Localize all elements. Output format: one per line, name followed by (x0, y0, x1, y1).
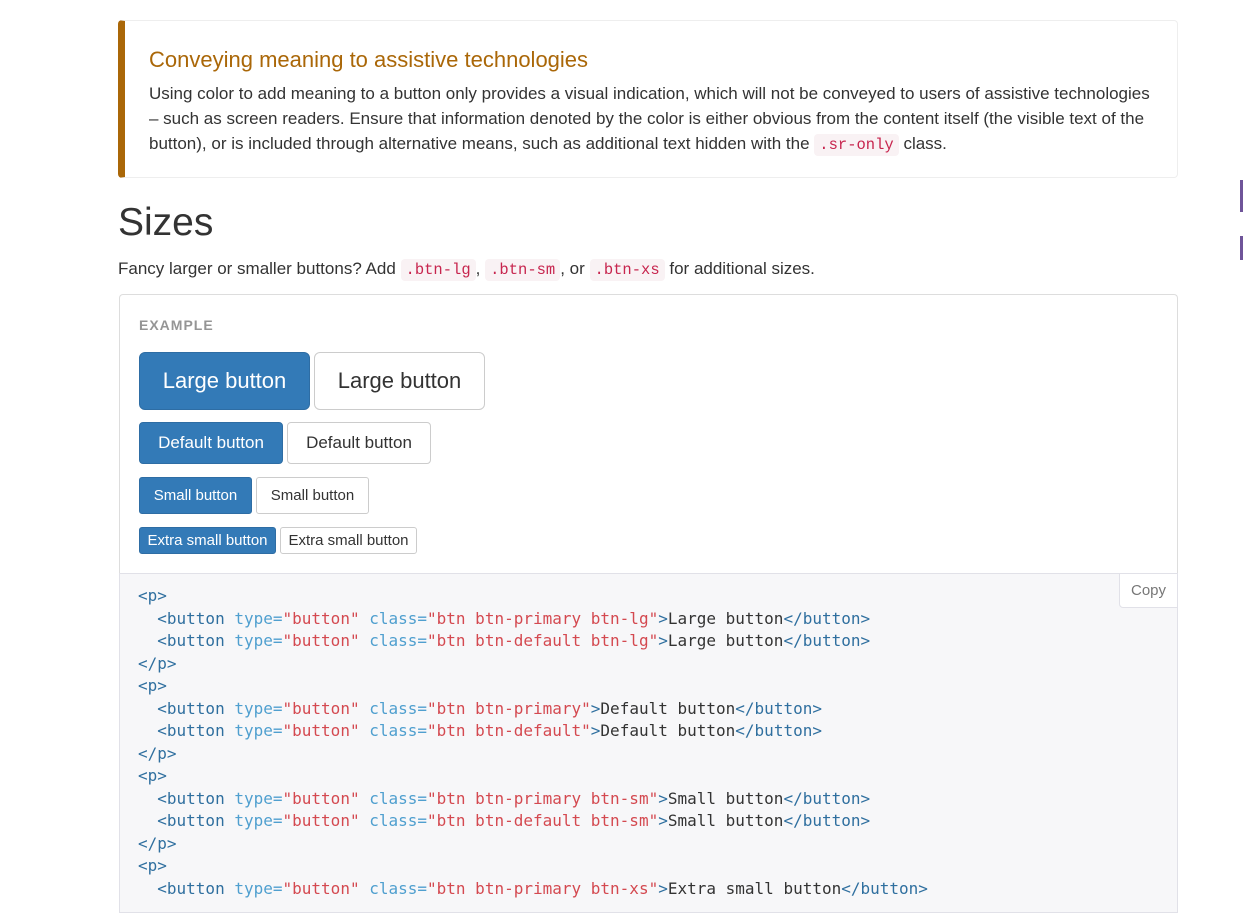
small-primary-button[interactable]: Small button (139, 477, 252, 514)
intro-suffix: for additional sizes. (664, 259, 815, 278)
callout-text-main: Using color to add meaning to a button o… (149, 84, 1150, 153)
extra-small-primary-button[interactable]: Extra small button (139, 527, 276, 554)
sizes-intro: Fancy larger or smaller buttons? Add .bt… (118, 256, 815, 283)
intro-separator-or: , or (560, 259, 590, 278)
callout-text-end: class. (898, 134, 947, 153)
code-line: </p> (138, 743, 177, 763)
code-line: <p> (138, 856, 167, 875)
large-default-button[interactable]: Large button (314, 352, 485, 410)
code-line: <button type="button" class="btn btn-def… (157, 721, 822, 740)
scroll-marker (1240, 180, 1243, 212)
code-line: <p> (138, 766, 167, 785)
small-default-button[interactable]: Small button (256, 477, 369, 514)
code-line: </p> (138, 653, 177, 673)
large-primary-button[interactable]: Large button (139, 352, 310, 410)
extra-small-default-button[interactable]: Extra small button (280, 527, 417, 554)
copy-button[interactable]: Copy (1119, 573, 1178, 608)
btn-lg-code: .btn-lg (400, 259, 476, 281)
code-listing: <p> <button type="button" class="btn btn… (138, 585, 928, 900)
code-line: <button type="button" class="btn btn-def… (157, 811, 871, 830)
sr-only-code: .sr-only (814, 134, 899, 156)
btn-xs-code: .btn-xs (589, 259, 665, 281)
code-line: <button type="button" class="btn btn-pri… (157, 608, 871, 628)
code-line: <button type="button" class="btn btn-pri… (157, 788, 871, 808)
default-primary-button[interactable]: Default button (139, 422, 283, 464)
callout-title: Conveying meaning to assistive technolog… (149, 47, 589, 72)
code-block: Copy <p> <button type="button" class="bt… (119, 573, 1178, 913)
default-default-button[interactable]: Default button (287, 422, 431, 464)
code-line: <button type="button" class="btn btn-pri… (157, 698, 822, 718)
example-panel: EXAMPLE Large button Large button Defaul… (119, 294, 1178, 574)
code-line: <p> (138, 586, 167, 605)
section-title: Sizes (118, 201, 214, 244)
code-line: <p> (138, 676, 167, 695)
code-line: <button type="button" class="btn btn-def… (157, 631, 871, 650)
code-line: <button type="button" class="btn btn-pri… (157, 878, 928, 898)
warning-callout: Conveying meaning to assistive technolog… (118, 20, 1178, 178)
btn-sm-code: .btn-sm (485, 259, 561, 281)
intro-separator: , (475, 259, 486, 278)
example-label: EXAMPLE (139, 317, 214, 333)
scroll-marker (1240, 236, 1243, 260)
callout-text: Using color to add meaning to a button o… (149, 81, 1157, 158)
intro-prefix: Fancy larger or smaller buttons? Add (118, 259, 401, 278)
code-line: </p> (138, 833, 177, 853)
